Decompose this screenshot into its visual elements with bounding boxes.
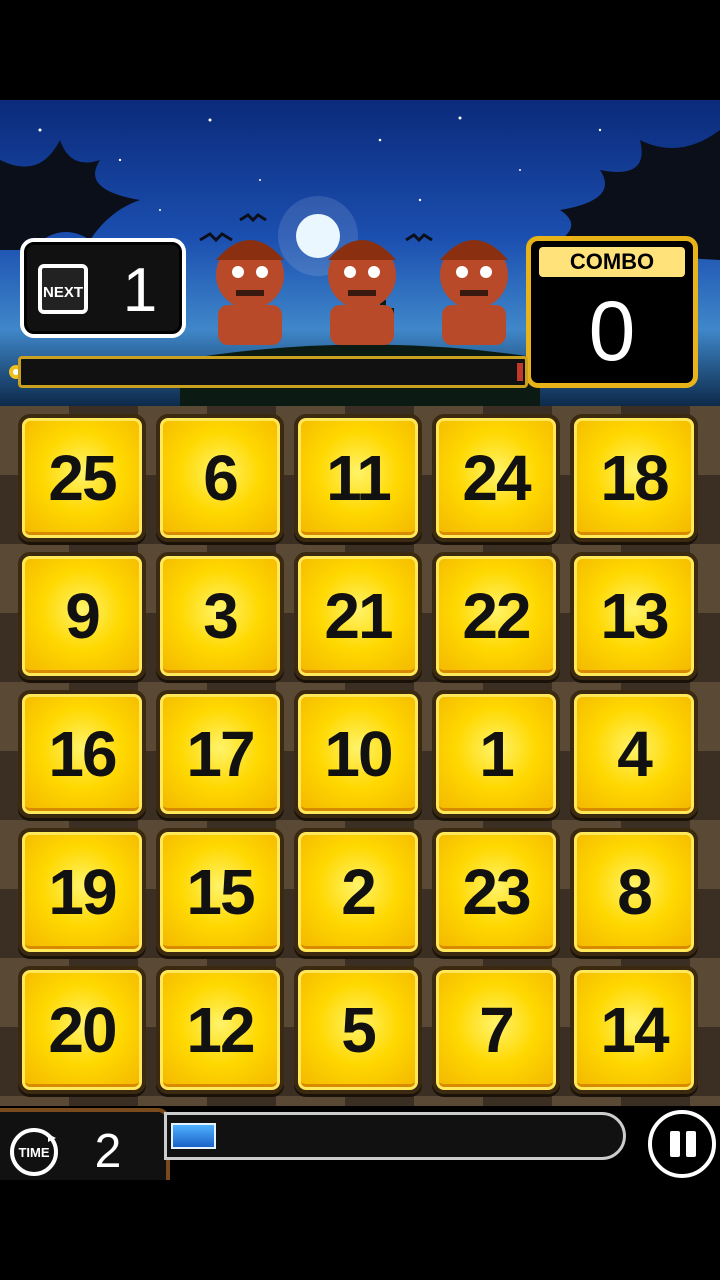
tile-number: 20 (48, 994, 117, 1066)
tile-number: 24 (462, 442, 531, 514)
next-number-value: 1 (122, 256, 158, 325)
number-tile[interactable]: 14 (570, 966, 698, 1094)
tile-number: 13 (600, 580, 669, 652)
time-progress-fill (171, 1123, 216, 1149)
number-tile[interactable]: 1 (432, 690, 560, 818)
number-tile[interactable]: 6 (156, 414, 284, 542)
number-tile[interactable]: 7 (432, 966, 560, 1094)
number-tile[interactable]: 22 (432, 552, 560, 680)
zombie-icon (216, 240, 284, 345)
combo-value: 0 (588, 284, 636, 378)
pause-button[interactable] (648, 1110, 716, 1178)
number-tile[interactable]: 13 (570, 552, 698, 680)
number-tile[interactable]: 24 (432, 414, 560, 542)
zombie-icon (440, 240, 508, 345)
combo-label: COMBO (539, 247, 685, 277)
timer-icon: TIME (10, 1128, 58, 1176)
number-tile[interactable]: 16 (18, 690, 146, 818)
tile-number: 22 (462, 580, 531, 652)
tile-number: 1 (479, 718, 515, 790)
tile-number: 16 (48, 718, 117, 790)
bat-icon (239, 213, 267, 223)
number-tile[interactable]: 23 (432, 828, 560, 956)
tile-number: 18 (600, 442, 669, 514)
number-tile[interactable]: 21 (294, 552, 422, 680)
next-label: NEXT (38, 264, 88, 314)
tile-number: 6 (203, 442, 239, 514)
tile-number: 19 (48, 856, 117, 928)
time-value: 2 (94, 1125, 122, 1178)
number-tile[interactable]: 19 (18, 828, 146, 956)
tile-number: 3 (203, 580, 239, 652)
next-number-panel: NEXT 1 (20, 238, 186, 338)
progress-marker (517, 363, 523, 381)
tree-left-icon (0, 140, 140, 250)
number-tile[interactable]: 17 (156, 690, 284, 818)
number-tile[interactable]: 12 (156, 966, 284, 1094)
tile-number: 15 (186, 856, 255, 928)
bottom-letterbox (0, 1180, 720, 1280)
number-tile[interactable]: 8 (570, 828, 698, 956)
number-tile[interactable]: 20 (18, 966, 146, 1094)
bat-icon (199, 232, 233, 243)
number-tile[interactable]: 11 (294, 414, 422, 542)
number-tile[interactable]: 10 (294, 690, 422, 818)
zombie-icon (328, 240, 396, 345)
tile-number: 14 (600, 994, 669, 1066)
tile-number: 25 (48, 442, 117, 514)
tile-number: 23 (462, 856, 531, 928)
top-letterbox (0, 0, 720, 100)
tile-number: 4 (617, 718, 653, 790)
tile-number: 9 (65, 580, 101, 652)
number-tile[interactable]: 3 (156, 552, 284, 680)
svg-text:TIME: TIME (18, 1145, 49, 1160)
tile-number: 5 (341, 994, 377, 1066)
number-board: 25 6 11 24 18 9 3 21 22 13 16 17 10 1 4 19 15 2 23 8 20 12 5 7 1… (0, 406, 720, 1106)
number-tile[interactable]: 4 (570, 690, 698, 818)
number-tile[interactable]: 9 (18, 552, 146, 680)
bat-icon (405, 233, 433, 243)
tile-number: 21 (324, 580, 393, 652)
tile-number: 8 (617, 856, 653, 928)
tile-number: 11 (326, 442, 392, 514)
number-tile[interactable]: 5 (294, 966, 422, 1094)
tile-number: 17 (186, 718, 255, 790)
combo-panel: COMBO 0 (526, 236, 698, 388)
tile-number: 2 (341, 856, 377, 928)
number-tile[interactable]: 2 (294, 828, 422, 956)
time-panel: TIME 2 (0, 1108, 170, 1184)
number-tile[interactable]: 25 (18, 414, 146, 542)
tile-number: 7 (479, 994, 515, 1066)
tile-number: 12 (186, 994, 255, 1066)
number-tile[interactable]: 18 (570, 414, 698, 542)
number-tile[interactable]: 15 (156, 828, 284, 956)
tile-number: 10 (324, 718, 393, 790)
time-progress-bar (164, 1112, 626, 1160)
wave-progress-bar (18, 356, 528, 388)
